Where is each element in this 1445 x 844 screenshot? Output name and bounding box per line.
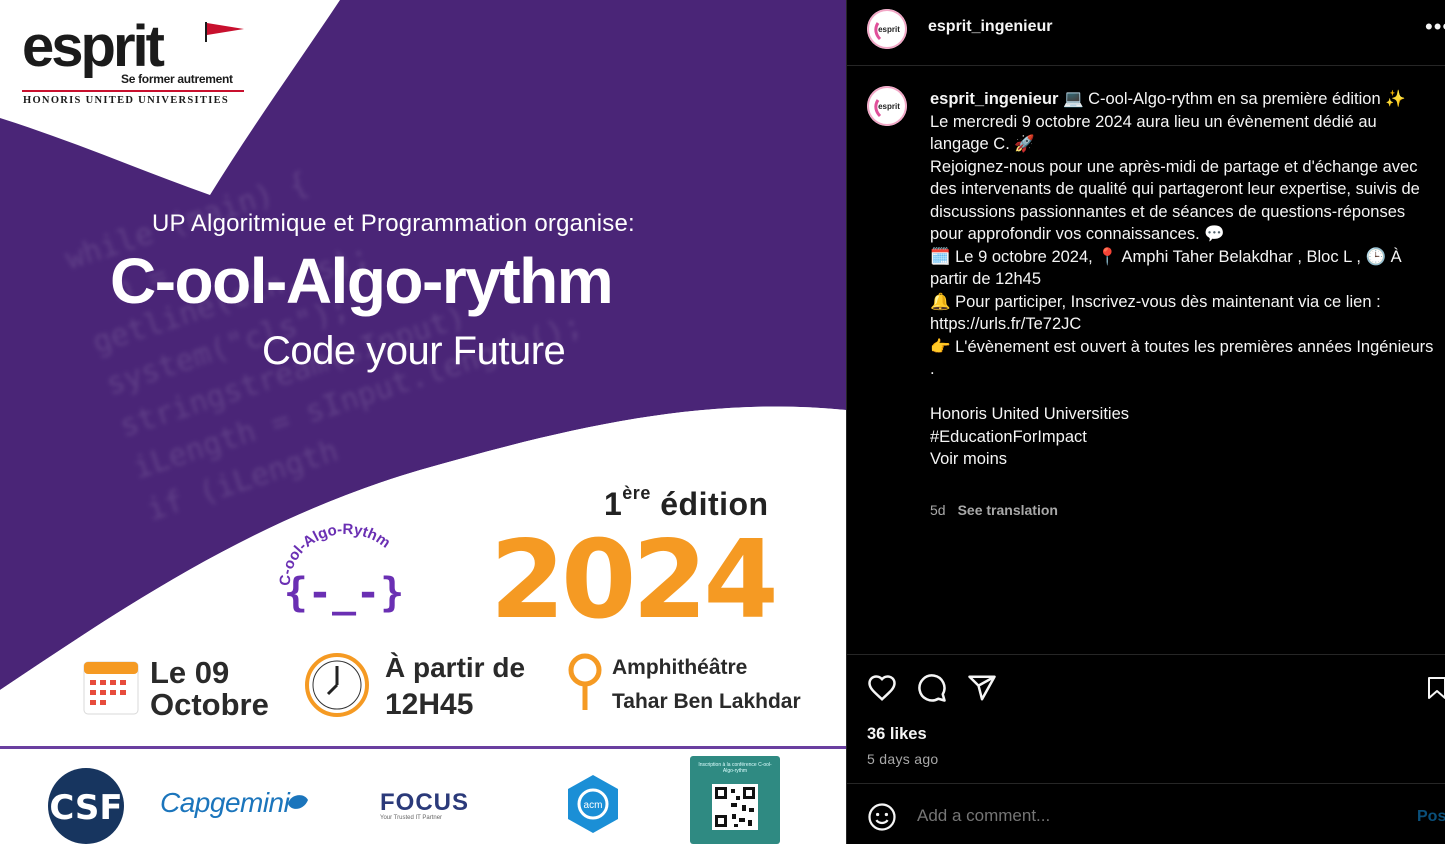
location-pin-icon: [568, 653, 602, 710]
caption-area: esprit esprit_ingenieur 💻 C-ool-Algo-ryt…: [847, 66, 1445, 654]
caption-text: esprit_ingenieur 💻 C-ool-Algo-rythm en s…: [930, 88, 1436, 471]
svg-text:esprit: esprit: [878, 25, 900, 34]
registration-qr: Inscription à la conférence C-ool-Algo-r…: [690, 756, 780, 844]
caption-line: 👉 L'évènement est ouvert à toutes les pr…: [930, 337, 1434, 379]
calendar-icon: [83, 661, 139, 715]
caption-line: Rejoignez-nous pour une après-midi de pa…: [930, 157, 1420, 244]
mascot-logo: C-ool-Algo-Rythm {-_-}: [277, 521, 404, 616]
caption-blank-line: [930, 381, 1436, 404]
location-line-2: Tahar Ben Lakhdar: [612, 690, 801, 713]
bookmark-icon[interactable]: [1425, 673, 1445, 703]
event-subtitle: Code your Future: [262, 329, 566, 373]
event-date: Le 09 Octobre: [150, 655, 269, 722]
hashtag-link[interactable]: #EducationForImpact: [930, 426, 1436, 449]
clock-icon: [305, 653, 369, 717]
qr-code-icon: [712, 784, 758, 830]
caption-line: Honoris United Universities: [930, 405, 1129, 423]
flag-icon: [205, 22, 244, 42]
focus-logo: FOCUS: [380, 789, 469, 816]
svg-text:esprit: esprit: [878, 102, 900, 111]
post-comment-button[interactable]: Post: [1417, 808, 1445, 826]
poster-divider: [0, 746, 846, 749]
registration-link[interactable]: https://urls.fr/Te72JC: [930, 313, 1436, 336]
capgemini-spade-icon: [288, 795, 308, 809]
share-icon[interactable]: [967, 673, 997, 703]
post-image[interactable]: while (main) { n = getline(cin, s); syst…: [0, 0, 846, 844]
start-time-label: À partir de: [385, 652, 526, 683]
caption-line: Le mercredi 9 octobre 2024 aura lieu un …: [930, 112, 1377, 154]
caption-meta: 5d See translation: [930, 502, 1058, 518]
comment-bar: Post: [847, 784, 1445, 844]
event-title: C-ool-Algo-rythm: [110, 245, 614, 317]
location-line-1: Amphithéâtre: [612, 656, 748, 679]
caption-age: 5d: [930, 502, 946, 518]
organizer-text: UP Algoritmique et Programmation organis…: [152, 210, 635, 237]
header-username[interactable]: esprit_ingenieur: [928, 18, 1052, 36]
esprit-logo: esprit Se former autrement HONORIS UNITE…: [22, 18, 247, 106]
event-year: 2024: [490, 518, 779, 643]
post-sidebar: esprit esprit_ingenieur ••• esprit espri…: [846, 0, 1445, 844]
post-date: 5 days ago: [867, 751, 939, 767]
heart-icon[interactable]: [867, 673, 897, 703]
caption-line: 🗓️ Le 9 octobre 2024, 📍 Amphi Taher Bela…: [930, 247, 1402, 289]
post-header: esprit esprit_ingenieur •••: [847, 0, 1445, 66]
svg-text:CSF: CSF: [49, 788, 122, 828]
focus-tagline: Your Trusted IT Partner: [380, 815, 443, 821]
caption-line: 🔔 Pour participer, Inscrivez-vous dès ma…: [930, 292, 1381, 311]
like-count[interactable]: 36 likes: [867, 725, 927, 744]
acm-logo: acm: [568, 775, 618, 833]
svg-text:acm: acm: [584, 800, 603, 811]
capgemini-logo: Capgemini: [160, 787, 290, 818]
comment-input[interactable]: [917, 806, 1337, 826]
csf-logo: CSF: [48, 768, 124, 844]
avatar[interactable]: esprit: [867, 9, 907, 49]
caption-line: 💻 C-ool-Algo-rythm en sa première éditio…: [1062, 90, 1406, 108]
comment-icon[interactable]: [917, 673, 947, 703]
emoji-icon[interactable]: [867, 802, 897, 832]
more-options-icon[interactable]: •••: [1425, 14, 1445, 40]
see-translation-button[interactable]: See translation: [958, 502, 1058, 518]
svg-text:{-_-}: {-_-}: [284, 570, 404, 616]
start-time: 12H45: [385, 688, 474, 721]
caption-username[interactable]: esprit_ingenieur: [930, 90, 1058, 108]
action-bar: 36 likes 5 days ago: [847, 654, 1445, 784]
see-less-link[interactable]: Voir moins: [930, 448, 1436, 471]
caption-avatar[interactable]: esprit: [867, 86, 907, 126]
